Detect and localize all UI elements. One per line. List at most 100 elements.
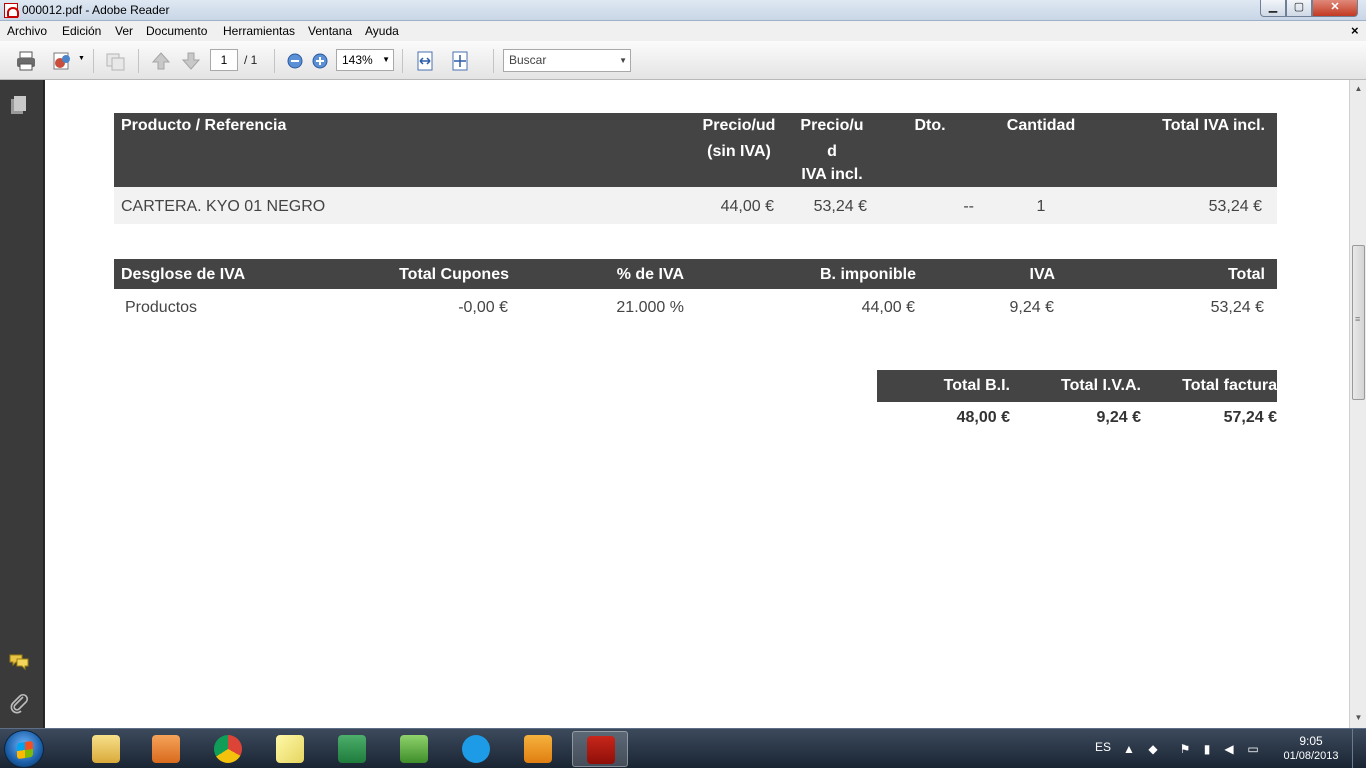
- taskbar-project[interactable]: [386, 731, 442, 767]
- header-price-gross-sub2: IVA incl.: [801, 166, 863, 183]
- header-discount: Dto.: [914, 117, 946, 134]
- header-price-gross-sub: d: [827, 143, 837, 160]
- header-total-invoice: Total factura: [1182, 377, 1277, 394]
- scroll-mode-icon[interactable]: [414, 50, 436, 72]
- cell-product: CARTERA. KYO 01 NEGRO: [121, 198, 326, 215]
- header-vat-total: Total: [1227, 266, 1265, 283]
- taskbar-excel[interactable]: [324, 731, 380, 767]
- search-input[interactable]: Buscar ▼: [503, 49, 631, 72]
- skype-icon: [462, 735, 490, 763]
- value-total-vat: 9,24 €: [1096, 409, 1141, 426]
- cell-total: 53,24 €: [1208, 198, 1262, 215]
- close-document-button[interactable]: ×: [1351, 23, 1359, 38]
- menu-herramientas[interactable]: Herramientas: [223, 24, 295, 38]
- header-total: Total IVA incl.: [1162, 117, 1265, 134]
- header-total-vat: Total I.V.A.: [1060, 377, 1141, 394]
- fit-page-icon[interactable]: [449, 50, 471, 72]
- arrow-up-icon: [151, 52, 171, 70]
- folder-icon: [92, 735, 120, 763]
- taskbar-skype[interactable]: [448, 731, 504, 767]
- table-row: CARTERA. KYO 01 NEGRO 44,00 € 53,24 € --…: [114, 187, 1277, 224]
- value-total-invoice: 57,24 €: [1223, 409, 1277, 426]
- page-number-input[interactable]: 1: [210, 49, 238, 71]
- share-icon[interactable]: [51, 50, 73, 72]
- scroll-up-icon[interactable]: ▲: [1352, 82, 1365, 96]
- header-coupons: Total Cupones: [399, 266, 509, 283]
- zoom-in-icon[interactable]: [309, 50, 331, 72]
- cell-vat-label: Productos: [125, 299, 198, 316]
- media-player-icon: [152, 735, 180, 763]
- menu-ver[interactable]: Ver: [115, 24, 133, 38]
- cell-quantity: 1: [1036, 198, 1046, 215]
- taskbar-outlook[interactable]: [510, 731, 566, 767]
- show-hidden-icons[interactable]: ▲: [1122, 742, 1136, 756]
- cell-vat-total: 53,24 €: [1210, 299, 1264, 316]
- taskbar-media-player[interactable]: [138, 731, 194, 767]
- search-placeholder: Buscar: [509, 53, 547, 67]
- start-button[interactable]: [4, 730, 44, 768]
- cell-discount: --: [963, 198, 974, 215]
- header-vat: IVA: [1029, 266, 1055, 283]
- taskbar-explorer[interactable]: [78, 731, 134, 767]
- print-icon[interactable]: [15, 50, 37, 72]
- taskbar: ES ▲ ◆ ⚑ ▮ ◀ ▭ 9:05 01/08/2013: [0, 728, 1366, 768]
- zoom-out-icon[interactable]: [284, 50, 306, 72]
- header-product: Producto / Referencia: [121, 117, 287, 134]
- toolbar-divider: [93, 49, 94, 73]
- menu-ayuda[interactable]: Ayuda: [365, 24, 399, 38]
- sticky-notes-icon: [276, 735, 304, 763]
- taskbar-sticky-notes[interactable]: [262, 731, 318, 767]
- zoom-select[interactable]: 143% ▼: [336, 49, 394, 71]
- pages-icon[interactable]: [8, 94, 30, 116]
- cell-vat: 9,24 €: [1009, 299, 1054, 316]
- toolbar-divider: [274, 49, 275, 73]
- minimize-button[interactable]: ▁: [1260, 0, 1286, 17]
- scroll-down-icon[interactable]: ▼: [1352, 711, 1365, 725]
- menu-ventana[interactable]: Ventana: [308, 24, 352, 38]
- toolbar-divider: [402, 49, 403, 73]
- clock-time[interactable]: 9:05: [1280, 734, 1342, 748]
- display-icon[interactable]: ▭: [1246, 742, 1260, 756]
- vat-table-header: Desglose de IVA Total Cupones % de IVA B…: [114, 259, 1277, 289]
- collaborate-icon: [106, 53, 125, 71]
- language-indicator[interactable]: ES: [1095, 740, 1111, 754]
- show-desktop-button[interactable]: [1352, 729, 1366, 768]
- clock-date[interactable]: 01/08/2013: [1280, 750, 1342, 762]
- toolbar-divider: [493, 49, 494, 73]
- toolbar: ▼ 1 / 1 143% ▼ Buscar ▼: [0, 41, 1366, 80]
- zoom-value: 143%: [342, 53, 373, 67]
- network-warning-icon[interactable]: ◆: [1146, 742, 1160, 756]
- action-center-flag-icon[interactable]: ⚑: [1178, 742, 1192, 756]
- menu-documento[interactable]: Documento: [146, 24, 207, 38]
- header-vat-rate: % de IVA: [616, 266, 684, 283]
- project-icon: [400, 735, 428, 763]
- power-icon[interactable]: ▮: [1200, 742, 1214, 756]
- scroll-thumb[interactable]: [1352, 245, 1365, 400]
- table-row: Productos -0,00 € 21.000 % 44,00 € 9,24 …: [114, 289, 1277, 327]
- products-table-header: Producto / Referencia Precio/ud (sin IVA…: [114, 113, 1277, 187]
- attachment-icon[interactable]: [8, 692, 30, 714]
- menu-bar: Archivo Edición Ver Documento Herramient…: [0, 21, 1366, 41]
- header-total-base: Total B.I.: [943, 377, 1010, 394]
- menu-archivo[interactable]: Archivo: [7, 24, 47, 38]
- toolbar-divider: [138, 49, 139, 73]
- window-title: 000012.pdf - Adobe Reader: [22, 3, 170, 17]
- volume-icon[interactable]: ◀: [1222, 742, 1236, 756]
- excel-icon: [338, 735, 366, 763]
- vertical-scrollbar[interactable]: ▲ ▼: [1349, 80, 1366, 728]
- outlook-icon: [524, 735, 552, 763]
- menu-edicion[interactable]: Edición: [62, 24, 101, 38]
- taskbar-chrome[interactable]: [200, 731, 256, 767]
- adobe-reader-icon: [4, 3, 19, 18]
- chevron-down-icon: ▼: [619, 56, 627, 65]
- document-view: Producto / Referencia Precio/ud (sin IVA…: [45, 80, 1349, 728]
- chevron-down-icon[interactable]: ▼: [78, 55, 85, 62]
- maximize-button[interactable]: ▢: [1286, 0, 1312, 17]
- taskbar-adobe-reader[interactable]: [572, 731, 628, 767]
- comments-icon[interactable]: [8, 650, 30, 672]
- cell-taxable-base: 44,00 €: [861, 299, 915, 316]
- header-price-net: Precio/ud: [702, 117, 776, 134]
- close-button[interactable]: ✕: [1312, 0, 1358, 17]
- header-taxable-base: B. imponible: [820, 266, 916, 283]
- chevron-down-icon: ▼: [382, 55, 390, 64]
